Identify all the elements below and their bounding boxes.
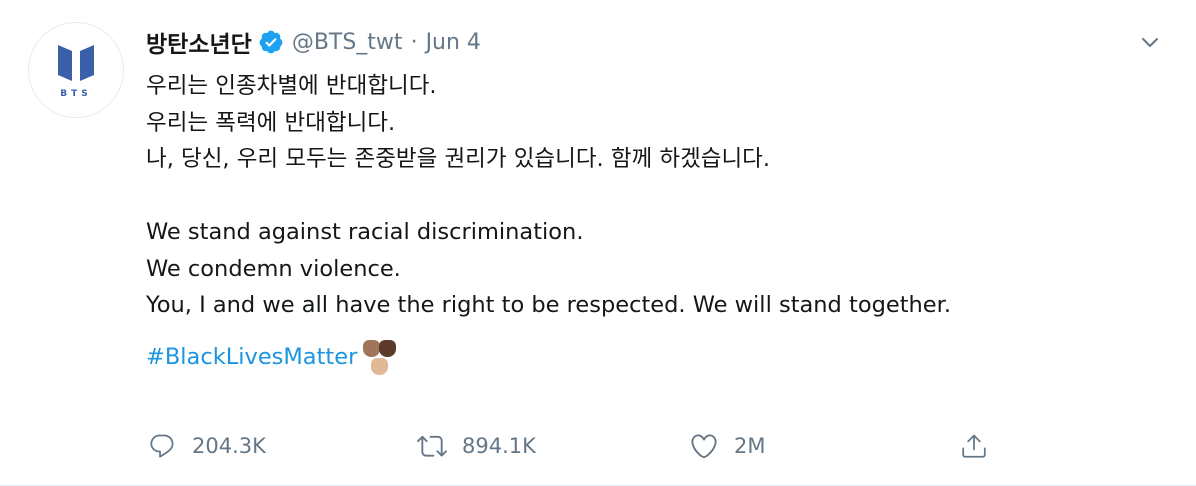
retweet-count: 894.1K — [462, 434, 536, 458]
text-line-en-3: You, I and we all have the right to be r… — [146, 292, 951, 318]
text-line-en-1: We stand against racial discrimination. — [146, 219, 584, 245]
like-button[interactable]: 2M — [688, 428, 765, 464]
separator-dot: · — [410, 29, 418, 55]
bts-logo-icon — [58, 45, 94, 81]
more-options-button[interactable] — [1136, 28, 1164, 56]
avatar[interactable]: BTS — [28, 22, 124, 118]
tweet-header: 방탄소년단 @BTS_twt · Jun 4 — [146, 24, 481, 60]
reply-button[interactable]: 204.3K — [146, 428, 266, 464]
text-line-en-2: We condemn violence. — [146, 255, 401, 282]
text-blank-line — [146, 178, 1166, 215]
reply-icon — [146, 430, 178, 462]
verified-badge-icon — [259, 30, 283, 54]
share-icon — [958, 430, 990, 462]
tweet-text: 우리는 인종차별에 반대합니다. 우리는 폭력에 반대합니다. 나, 당신, 우… — [146, 68, 1166, 378]
text-line-ko-1: 우리는 인종차별에 반대합니다. — [146, 73, 437, 99]
hashtag-link[interactable]: #BlackLivesMatter — [146, 339, 357, 376]
like-icon — [688, 430, 720, 462]
raised-fist-emoji-light — [371, 357, 389, 375]
retweet-icon — [416, 430, 448, 462]
handle[interactable]: @BTS_twt — [292, 30, 403, 55]
chevron-down-icon — [1142, 38, 1158, 47]
text-line-ko-2: 우리는 폭력에 반대합니다. — [146, 109, 396, 136]
raised-fist-emoji — [361, 338, 401, 378]
timestamp[interactable]: Jun 4 — [426, 30, 481, 55]
display-name[interactable]: 방탄소년단 — [146, 25, 252, 59]
raised-fist-emoji-dark — [379, 339, 397, 357]
retweet-button[interactable]: 894.1K — [416, 428, 536, 464]
share-button[interactable] — [958, 428, 990, 464]
tweet-actions: 204.3K 894.1K 2M — [146, 428, 1026, 464]
tweet-card[interactable]: BTS 방탄소년단 @BTS_twt · Jun 4 우리는 인종차별에 반대합… — [0, 0, 1196, 486]
raised-fist-emoji-medium — [363, 339, 381, 357]
reply-count: 204.3K — [192, 434, 266, 458]
text-line-ko-3: 나, 당신, 우리 모두는 존중받을 권리가 있습니다. 함께 하겠습니다. — [146, 146, 771, 172]
like-count: 2M — [734, 434, 766, 458]
hashtag-row: #BlackLivesMatter — [146, 338, 1166, 378]
avatar-logo-text: BTS — [60, 89, 92, 99]
